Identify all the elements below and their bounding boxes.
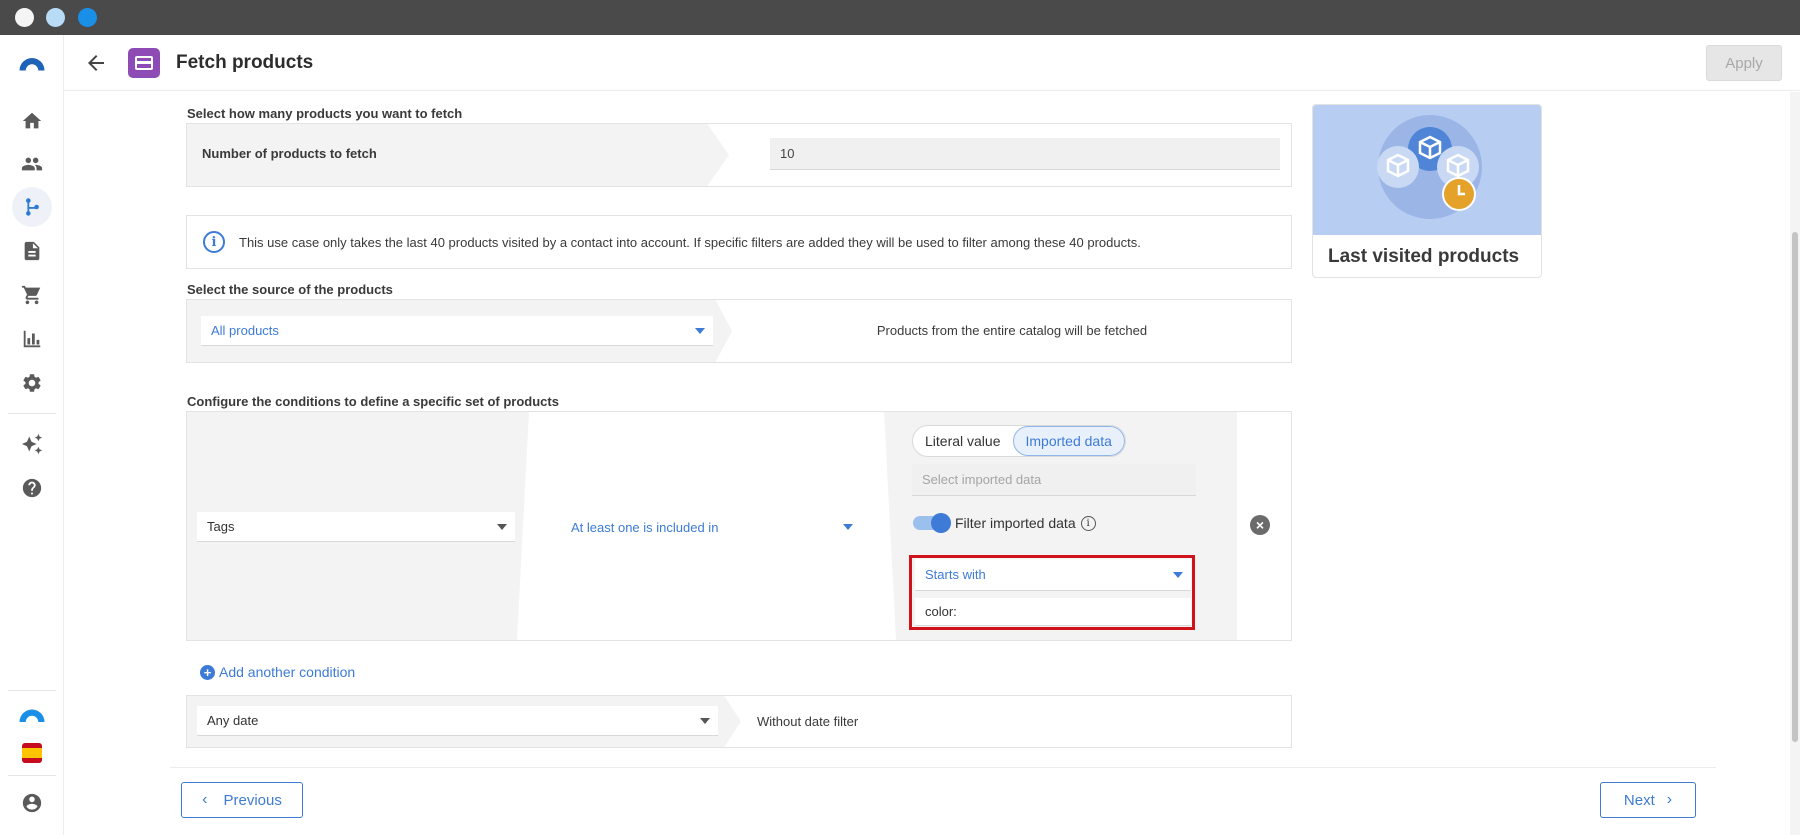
source-select-value: All products [211,323,279,338]
window-close-button[interactable] [15,8,34,27]
value-mode-toggle: Literal value Imported data [912,425,1126,457]
previous-button[interactable]: ‹ Previous [181,782,303,818]
remove-condition-icon[interactable]: × [1250,515,1270,535]
account-logo-icon[interactable] [12,692,52,732]
scrollbar-thumb[interactable] [1792,232,1798,742]
home-icon[interactable] [12,101,52,141]
fetch-count-label: Number of products to fetch [202,146,377,161]
filter-imported-data-row: Filter imported data i [955,515,1096,531]
condition-field-select[interactable]: Tags [197,512,515,542]
window-maximize-button[interactable] [78,8,97,27]
chevron-down-icon [497,523,507,530]
literal-value-option[interactable]: Literal value [913,426,1013,456]
workflow-icon[interactable] [12,187,52,227]
back-arrow-icon[interactable] [84,51,108,75]
date-description: Without date filter [757,714,859,729]
next-label: Next [1623,791,1655,809]
info-banner: i This use case only takes the last 40 p… [186,215,1292,269]
date-select-value: Any date [207,713,259,728]
contacts-icon[interactable] [12,144,52,184]
highlight-box [909,555,1195,630]
source-description: Products from the entire catalog will be… [876,323,1148,338]
fetch-products-app-icon [128,48,160,78]
settings-icon[interactable] [12,363,52,403]
fetch-count-input[interactable]: 10 [770,138,1280,170]
spain-flag-icon[interactable] [12,733,52,773]
chevron-down-icon [695,327,705,334]
apply-button[interactable]: Apply [1706,45,1782,81]
date-select[interactable]: Any date [197,706,718,736]
brand-logo-icon[interactable] [12,43,52,83]
info-icon: i [203,231,225,253]
sparkle-icon[interactable] [12,424,52,464]
main-content: Select how many products you want to fet… [64,92,1784,835]
fetch-section-label: Select how many products you want to fet… [187,106,463,121]
add-icon: + [200,664,215,680]
add-condition-link[interactable]: + Add another condition [200,664,355,680]
filter-imported-data-label: Filter imported data [955,515,1076,531]
next-button[interactable]: Next › [1600,782,1696,818]
sidebar [0,35,64,835]
condition-field-value: Tags [207,519,235,534]
chart-icon[interactable] [12,319,52,359]
source-panel: All products Products from the entire ca… [186,299,1292,363]
page-title: Fetch products [176,52,314,73]
card-title: Last visited products [1328,246,1520,267]
source-select[interactable]: All products [201,316,713,346]
fetch-panel: Number of products to fetch 10 [186,123,1292,187]
document-icon[interactable] [12,231,52,271]
info-icon[interactable]: i [1080,515,1096,531]
chevron-right-icon: › [1666,791,1673,808]
imported-data-option[interactable]: Imported data [1012,426,1125,456]
window-minimize-button[interactable] [46,8,65,27]
window-titlebar [0,0,1800,35]
filter-imported-data-switch[interactable] [913,513,951,533]
add-condition-label: Add another condition [219,664,356,680]
condition-operator-value: At least one is included in [571,519,719,535]
chevron-down-icon [843,524,853,530]
conditions-section-label: Configure the conditions to define a spe… [187,394,559,409]
use-case-card[interactable]: Last visited products [1312,104,1542,278]
last-visited-products-illustration [1313,105,1541,235]
user-icon[interactable] [12,783,52,823]
chevron-down-icon [700,717,710,724]
cart-icon[interactable] [12,275,52,315]
help-icon[interactable] [12,468,52,508]
condition-operator-select[interactable]: At least one is included in [561,512,861,542]
previous-label: Previous [223,791,282,809]
imported-data-select[interactable]: Select imported data [912,464,1196,496]
page-header: Fetch products Apply [64,35,1800,91]
source-section-label: Select the source of the products [187,282,393,297]
chevron-left-icon: ‹ [202,791,208,808]
date-panel: Any date Without date filter [186,695,1292,748]
info-text: This use case only takes the last 40 pro… [239,234,1141,250]
